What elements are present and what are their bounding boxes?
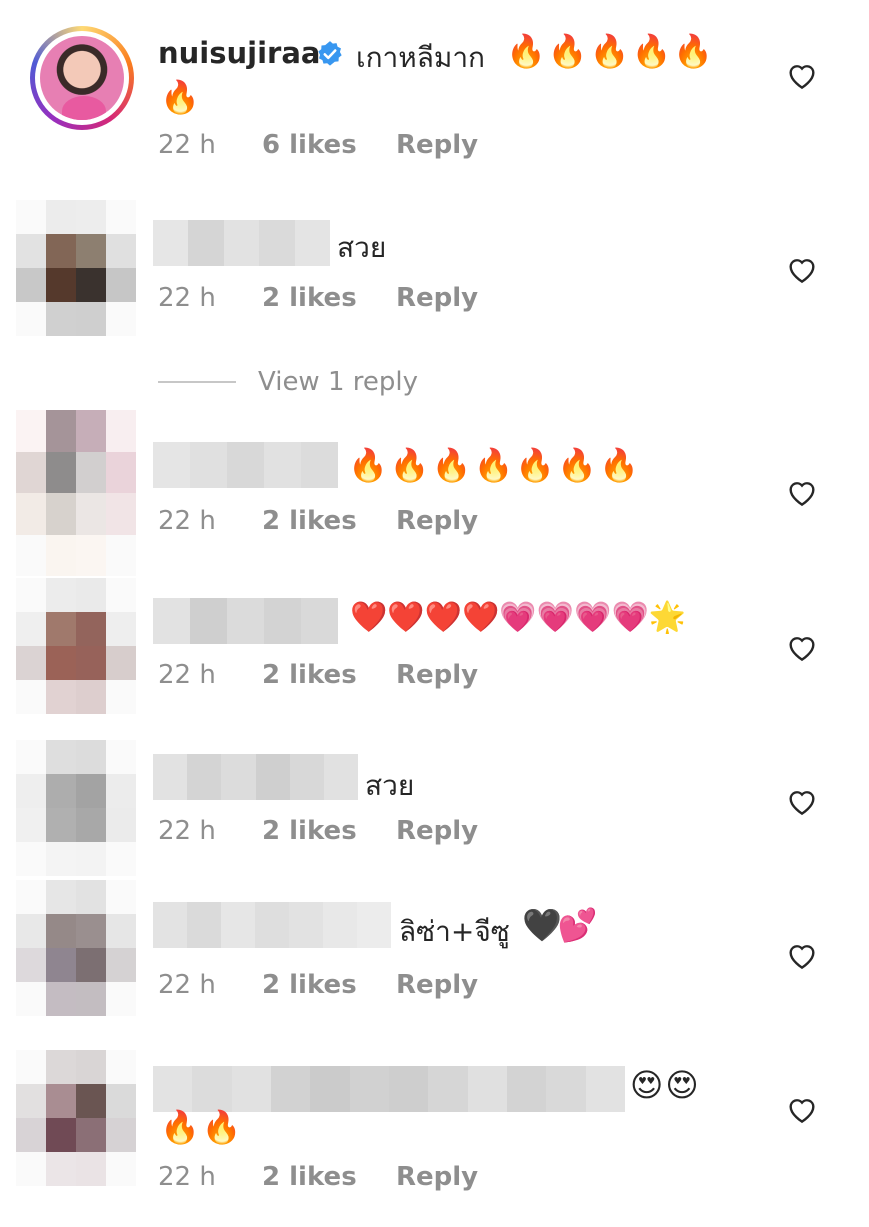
comment-text: สวย xyxy=(337,231,387,264)
reply-button[interactable]: Reply xyxy=(396,660,478,690)
view-replies-button[interactable]: View 1 reply xyxy=(158,367,418,397)
comment-item: ❤️❤️❤️❤️💗💗💗💗🌟 22 h 2 likes Reply xyxy=(0,578,869,718)
avatar[interactable] xyxy=(16,410,136,576)
reply-button[interactable]: Reply xyxy=(396,130,478,160)
heart-outline-icon[interactable] xyxy=(786,254,818,284)
comment-emoji: 🔥🔥🔥🔥🔥 xyxy=(506,32,716,70)
comment-time: 22 h xyxy=(158,283,216,313)
comment-meta: 22 h 2 likes Reply xyxy=(158,816,478,846)
heart-outline-icon[interactable] xyxy=(786,940,818,970)
divider-line xyxy=(158,381,236,383)
comment-time: 22 h xyxy=(158,130,216,160)
avatar[interactable] xyxy=(16,740,136,876)
comment-item: nuisujiraa เกาหลีมาก 🔥🔥🔥🔥🔥 🔥 22 h 6 like… xyxy=(0,26,869,176)
comment-meta: 22 h 6 likes Reply xyxy=(158,130,478,160)
heart-outline-icon[interactable] xyxy=(786,1094,818,1124)
comment-username[interactable]: nuisujiraa xyxy=(158,36,320,70)
comment-likes[interactable]: 2 likes xyxy=(262,1162,396,1192)
comment-time: 22 h xyxy=(158,660,216,690)
comment-likes[interactable]: 2 likes xyxy=(262,970,396,1000)
comment-emoji: 🔥🔥🔥🔥🔥🔥🔥 xyxy=(348,446,641,484)
comment-time: 22 h xyxy=(158,506,216,536)
avatar[interactable] xyxy=(16,1050,136,1186)
comment-text: สวย xyxy=(365,769,415,802)
comment-username[interactable] xyxy=(153,902,391,948)
comment-likes[interactable]: 2 likes xyxy=(262,816,396,846)
reply-button[interactable]: Reply xyxy=(396,506,478,536)
heart-outline-icon[interactable] xyxy=(786,60,818,90)
heart-outline-icon[interactable] xyxy=(786,786,818,816)
comment-meta: 22 h 2 likes Reply xyxy=(158,1162,478,1192)
heart-outline-icon[interactable] xyxy=(786,632,818,662)
comment-emoji: ❤️❤️❤️❤️💗💗💗💗🌟 xyxy=(350,600,687,635)
comment-time: 22 h xyxy=(158,1162,216,1192)
reply-button[interactable]: Reply xyxy=(396,970,478,1000)
heart-outline-icon[interactable] xyxy=(786,477,818,507)
reply-button[interactable]: Reply xyxy=(396,816,478,846)
comment-time: 22 h xyxy=(158,816,216,846)
avatar[interactable] xyxy=(30,26,134,130)
view-replies-label: View 1 reply xyxy=(258,367,418,397)
comment-item: สวย 22 h 2 likes Reply xyxy=(0,200,869,340)
comment-username[interactable] xyxy=(153,442,338,488)
comment-likes[interactable]: 6 likes xyxy=(262,130,396,160)
comment-username[interactable] xyxy=(153,1066,625,1112)
comment-text: เกาหลีมาก xyxy=(356,41,485,74)
comment-item: 😍😍 🔥🔥 22 h 2 likes Reply xyxy=(0,1050,869,1220)
verified-badge-icon xyxy=(318,41,342,66)
comment-item: 🔥🔥🔥🔥🔥🔥🔥 22 h 2 likes Reply xyxy=(0,410,869,580)
comment-item: ลิซ่า+จีซู 🖤💕 22 h 2 likes Reply xyxy=(0,880,869,1030)
comment-emoji-line2: 🔥🔥 xyxy=(160,1108,244,1146)
comment-username[interactable] xyxy=(153,598,338,644)
avatar[interactable] xyxy=(16,200,136,336)
comment-text: ลิซ่า+จีซู xyxy=(399,915,510,948)
reply-button[interactable]: Reply xyxy=(396,283,478,313)
avatar[interactable] xyxy=(16,578,136,714)
comment-time: 22 h xyxy=(158,970,216,1000)
comment-username[interactable] xyxy=(153,220,331,266)
comment-meta: 22 h 2 likes Reply xyxy=(158,506,478,536)
comment-emoji: 😍😍 xyxy=(630,1066,701,1104)
comment-meta: 22 h 2 likes Reply xyxy=(158,660,478,690)
comment-emoji-line2: 🔥 xyxy=(160,78,202,116)
comment-likes[interactable]: 2 likes xyxy=(262,283,396,313)
avatar[interactable] xyxy=(16,880,136,1016)
comment-emoji: 🖤💕 xyxy=(522,906,598,944)
reply-button[interactable]: Reply xyxy=(396,1162,478,1192)
comment-likes[interactable]: 2 likes xyxy=(262,506,396,536)
comment-meta: 22 h 2 likes Reply xyxy=(158,970,478,1000)
comment-username[interactable] xyxy=(153,754,359,800)
comment-meta: 22 h 2 likes Reply xyxy=(158,283,478,313)
comment-item: สวย 22 h 2 likes Reply xyxy=(0,740,869,880)
comment-likes[interactable]: 2 likes xyxy=(262,660,396,690)
